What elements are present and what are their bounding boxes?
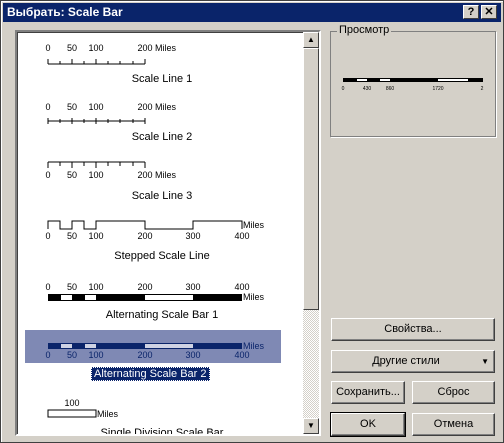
tick-label: 0 bbox=[45, 350, 50, 360]
tick-label: 300 bbox=[185, 282, 200, 292]
unit-label: Miles bbox=[155, 102, 177, 112]
tick-label: 200 bbox=[137, 170, 152, 180]
item-label-single-division-scale-bar[interactable]: Single Division Scale Bar bbox=[17, 427, 307, 434]
list-item-scale-line-3[interactable]: 0 50 100 200 Miles bbox=[45, 161, 177, 180]
tick-label: 200 bbox=[137, 350, 152, 360]
tick-label: 0 bbox=[45, 170, 50, 180]
style-listbox[interactable]: 0 50 100 200 Miles 0 50 100 200 Miles 0 … bbox=[15, 30, 321, 436]
preview-tick-label: 2 bbox=[481, 86, 484, 92]
tick-label: 50 bbox=[67, 282, 77, 292]
list-item-single-division-scale-bar[interactable]: 100 Miles bbox=[47, 398, 119, 419]
tick-label: 400 bbox=[234, 231, 249, 241]
preview-tick-label: 0 bbox=[342, 86, 345, 92]
tick-label: 200 bbox=[137, 102, 152, 112]
scroll-thumb[interactable] bbox=[303, 48, 319, 310]
tick-label: 100 bbox=[88, 43, 103, 53]
dialog-window: Выбрать: Scale Bar ? ✕ 0 50 100 200 Mile… bbox=[0, 0, 504, 443]
scroll-down-icon[interactable]: ▼ bbox=[303, 418, 319, 434]
tick-label: 0 bbox=[45, 231, 50, 241]
tick-label: 100 bbox=[88, 102, 103, 112]
tick-label: 300 bbox=[185, 231, 200, 241]
list-item-scale-line-1[interactable]: 0 50 100 200 Miles bbox=[45, 43, 177, 65]
tick-label: 50 bbox=[67, 350, 77, 360]
tick-label: 100 bbox=[88, 350, 103, 360]
preview-group-label: Просмотр bbox=[337, 24, 392, 36]
cancel-button[interactable]: Отмена bbox=[412, 413, 495, 436]
item-label-stepped-scale-line[interactable]: Stepped Scale Line bbox=[17, 250, 307, 262]
scroll-up-icon[interactable]: ▲ bbox=[303, 32, 319, 48]
tick-label: 200 bbox=[137, 231, 152, 241]
tick-label: 200 bbox=[137, 43, 152, 53]
unit-label: Miles bbox=[155, 170, 177, 180]
list-item-scale-line-2[interactable]: 0 50 100 200 Miles bbox=[45, 102, 177, 124]
help-button[interactable]: ? bbox=[463, 5, 479, 19]
save-button[interactable]: Сохранить... bbox=[331, 381, 405, 404]
list-item-alternating-scale-bar-2[interactable]: 0 50 100 200 300 400 Miles bbox=[25, 330, 281, 363]
item-label-scale-line-1[interactable]: Scale Line 1 bbox=[17, 73, 307, 85]
tick-label: 50 bbox=[67, 231, 77, 241]
tick-label: 100 bbox=[88, 231, 103, 241]
properties-button[interactable]: Свойства... bbox=[331, 318, 495, 341]
preview-panel: 0 430 860 1720 2 bbox=[334, 40, 491, 133]
reset-button[interactable]: Сброс bbox=[412, 381, 495, 404]
tick-label: 50 bbox=[67, 170, 77, 180]
tick-label: 200 bbox=[137, 282, 152, 292]
tick-label: 0 bbox=[45, 102, 50, 112]
list-item-stepped-scale-line[interactable]: Miles 0 50 100 200 300 400 bbox=[45, 220, 264, 241]
tick-label: 100 bbox=[64, 398, 79, 408]
unit-label: Miles bbox=[243, 341, 265, 351]
dropdown-arrow-icon: ▼ bbox=[481, 357, 489, 366]
tick-label: 400 bbox=[234, 350, 249, 360]
unit-label: Miles bbox=[243, 292, 265, 302]
list-item-alternating-scale-bar-1[interactable]: 0 50 100 200 300 400 Miles bbox=[45, 282, 264, 302]
tick-label: 400 bbox=[234, 282, 249, 292]
tick-label: 300 bbox=[185, 350, 200, 360]
window-title: Выбрать: Scale Bar bbox=[7, 5, 123, 19]
preview-tick-label: 430 bbox=[363, 86, 372, 92]
item-label-alternating-scale-bar-2[interactable]: Alternating Scale Bar 2 bbox=[91, 367, 210, 381]
preview-tick-label: 860 bbox=[386, 86, 395, 92]
item-label-scale-line-2[interactable]: Scale Line 2 bbox=[17, 131, 307, 143]
title-bar[interactable]: Выбрать: Scale Bar ? ✕ bbox=[3, 3, 501, 22]
more-styles-label: Другие стили bbox=[372, 355, 440, 367]
unit-label: Miles bbox=[97, 409, 119, 419]
item-label-alternating-scale-bar-1[interactable]: Alternating Scale Bar 1 bbox=[17, 309, 307, 321]
preview-scale-bar: 0 430 860 1720 2 bbox=[342, 78, 484, 92]
item-label-scale-line-3[interactable]: Scale Line 3 bbox=[17, 190, 307, 202]
tick-label: 0 bbox=[45, 43, 50, 53]
tick-label: 50 bbox=[67, 43, 77, 53]
tick-label: 100 bbox=[88, 282, 103, 292]
unit-label: Miles bbox=[155, 43, 177, 53]
tick-label: 50 bbox=[67, 102, 77, 112]
unit-label: Miles bbox=[243, 220, 265, 230]
close-button[interactable]: ✕ bbox=[481, 5, 497, 19]
ok-button[interactable]: OK bbox=[330, 412, 406, 437]
more-styles-button[interactable]: Другие стили ▼ bbox=[331, 350, 495, 373]
tick-label: 0 bbox=[45, 282, 50, 292]
preview-tick-label: 1720 bbox=[432, 86, 443, 92]
tick-label: 100 bbox=[88, 170, 103, 180]
list-scrollbar[interactable]: ▲ ▼ bbox=[303, 32, 319, 434]
